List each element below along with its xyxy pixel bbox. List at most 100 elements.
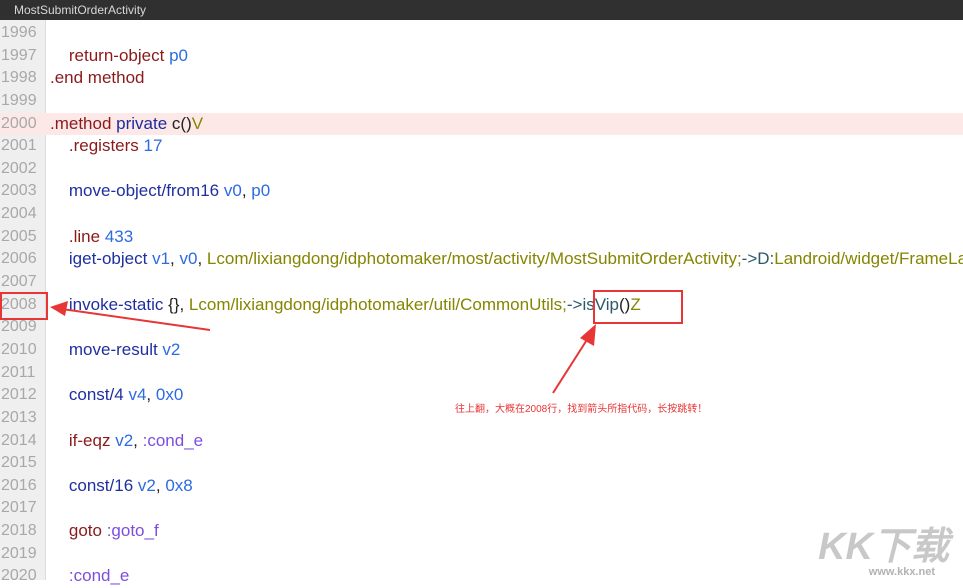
code-token: V bbox=[191, 113, 204, 133]
line-number: 2004 bbox=[1, 205, 37, 223]
code-text: .line 433 bbox=[50, 226, 133, 249]
line-number: 1996 bbox=[1, 24, 37, 41]
code-token: v2 bbox=[115, 430, 134, 450]
code-token: c() bbox=[171, 113, 192, 133]
code-token: private bbox=[116, 113, 172, 133]
code-line[interactable]: 2007 bbox=[0, 271, 963, 294]
code-line[interactable]: 2016 const/16 v2, 0x8 bbox=[0, 475, 963, 498]
line-number: 2016 bbox=[1, 476, 37, 494]
code-text: return-object p0 bbox=[50, 45, 188, 68]
code-line[interactable]: 2001 .registers 17 bbox=[0, 135, 963, 158]
line-number: 2019 bbox=[1, 544, 37, 562]
code-token: v1 bbox=[152, 249, 171, 269]
highlight-box-line-number bbox=[0, 292, 48, 320]
code-token: , bbox=[133, 430, 143, 450]
annotation-note: 往上翻，大概在2008行，找到箭头所指代码，长按跳转！ bbox=[455, 404, 708, 415]
line-number: 2005 bbox=[1, 227, 37, 245]
code-editor[interactable]: 1996 1997 return-object p0 1998 .end method… bbox=[0, 22, 963, 588]
line-number: 2003 bbox=[1, 182, 37, 200]
line-number: 2012 bbox=[1, 386, 37, 404]
code-token: .line bbox=[50, 226, 105, 246]
code-text: .end method bbox=[50, 67, 145, 90]
watermark-url: www.kkx.net bbox=[868, 566, 935, 578]
code-token: Landroid/widget/FrameLayout; bbox=[774, 249, 963, 269]
code-line[interactable]: 2003 move-object/from16 v0, p0 bbox=[0, 180, 963, 203]
code-line[interactable]: 2002 bbox=[0, 158, 963, 181]
code-token: .method bbox=[50, 113, 117, 133]
code-token: .end method bbox=[50, 68, 145, 88]
line-number: 2018 bbox=[1, 522, 37, 540]
code-line[interactable]: 2008 invoke-static {}, Lcom/lixiangdong/… bbox=[0, 294, 963, 317]
line-number: 2013 bbox=[1, 408, 37, 426]
code-token: invoke-static bbox=[50, 294, 169, 314]
code-line[interactable]: 2004 bbox=[0, 203, 963, 226]
code-token: const/4 bbox=[50, 385, 129, 405]
code-token: 17 bbox=[143, 136, 163, 156]
code-text: :cond_e bbox=[50, 565, 130, 588]
code-token: ->D: bbox=[741, 249, 775, 269]
code-token: , bbox=[146, 385, 156, 405]
highlight-box-isvip bbox=[593, 290, 683, 324]
line-number: 2010 bbox=[1, 340, 37, 358]
code-line[interactable]: 1999 bbox=[0, 90, 963, 113]
line-number: 2017 bbox=[1, 499, 37, 517]
code-line[interactable]: 2014 if-eqz v2, :cond_e bbox=[0, 430, 963, 453]
code-token: const/16 bbox=[50, 475, 138, 495]
code-line[interactable]: 2015 bbox=[0, 452, 963, 475]
line-number: 2002 bbox=[1, 159, 37, 177]
code-line[interactable]: 2006 iget-object v1, v0, Lcom/lixiangdon… bbox=[0, 248, 963, 271]
code-token: move-result bbox=[50, 339, 163, 359]
code-token: v2 bbox=[162, 339, 181, 359]
code-line[interactable]: 2005 .line 433 bbox=[0, 226, 963, 249]
code-text: move-object/from16 v0, p0 bbox=[50, 180, 270, 203]
line-number: 2006 bbox=[1, 250, 37, 268]
code-token: if-eqz bbox=[50, 430, 116, 450]
code-token: :cond_e bbox=[50, 566, 130, 586]
code-text: goto :goto_f bbox=[50, 520, 159, 543]
code-line[interactable]: 1998 .end method bbox=[0, 67, 963, 90]
code-token: p0 bbox=[169, 45, 188, 65]
code-token: :cond_e bbox=[142, 430, 204, 450]
code-token: {}, bbox=[168, 294, 189, 314]
line-number: 1999 bbox=[1, 91, 37, 109]
line-number: 2011 bbox=[1, 363, 36, 381]
code-line[interactable]: 2010 move-result v2 bbox=[0, 339, 963, 362]
code-token: :goto_f bbox=[106, 521, 159, 541]
line-number: 1997 bbox=[1, 46, 37, 64]
code-line[interactable]: 2000 .method private c()V bbox=[0, 112, 963, 136]
code-token: .registers bbox=[50, 136, 144, 156]
code-token: return-object bbox=[50, 45, 170, 65]
line-number: 2001 bbox=[1, 137, 37, 155]
line-number: 2000 bbox=[1, 114, 37, 132]
code-text: const/4 v4, 0x0 bbox=[50, 384, 183, 407]
code-text: .registers 17 bbox=[50, 135, 163, 158]
code-token: , bbox=[155, 475, 166, 495]
window-title: MostSubmitOrderActivity bbox=[0, 0, 963, 20]
code-line[interactable]: 1996 bbox=[0, 22, 963, 45]
code-line[interactable]: 2009 bbox=[0, 316, 963, 339]
code-token: move-object/from16 bbox=[50, 181, 224, 201]
code-token: iget-object bbox=[50, 249, 153, 269]
line-number: 2015 bbox=[1, 454, 37, 472]
line-number: 2020 bbox=[1, 567, 37, 585]
code-text: const/16 v2, 0x8 bbox=[50, 475, 193, 498]
code-token: , bbox=[241, 181, 252, 201]
code-text: invoke-static {}, Lcom/lixiangdong/idpho… bbox=[50, 294, 641, 317]
line-number: 2014 bbox=[1, 431, 37, 449]
code-token: 0x0 bbox=[155, 385, 184, 405]
code-token: Lcom/lixiangdong/idphotomaker/most/activ… bbox=[206, 249, 742, 269]
code-token: v0 bbox=[223, 181, 242, 201]
code-token: 0x8 bbox=[165, 475, 193, 495]
line-number: 1998 bbox=[1, 69, 37, 87]
code-text: .method private c()V bbox=[50, 113, 203, 136]
code-token: p0 bbox=[251, 181, 271, 201]
code-token: v2 bbox=[137, 475, 156, 495]
code-token: 433 bbox=[104, 226, 134, 246]
code-text: iget-object v1, v0, Lcom/lixiangdong/idp… bbox=[50, 248, 963, 271]
code-line[interactable]: 2011 bbox=[0, 362, 963, 385]
watermark-logo: KK下载 bbox=[818, 526, 949, 568]
code-token: , bbox=[197, 249, 207, 269]
code-token: Lcom/lixiangdong/idphotomaker/util/Commo… bbox=[188, 294, 567, 314]
code-line[interactable]: 1997 return-object p0 bbox=[0, 45, 963, 68]
code-token: v0 bbox=[179, 249, 198, 269]
